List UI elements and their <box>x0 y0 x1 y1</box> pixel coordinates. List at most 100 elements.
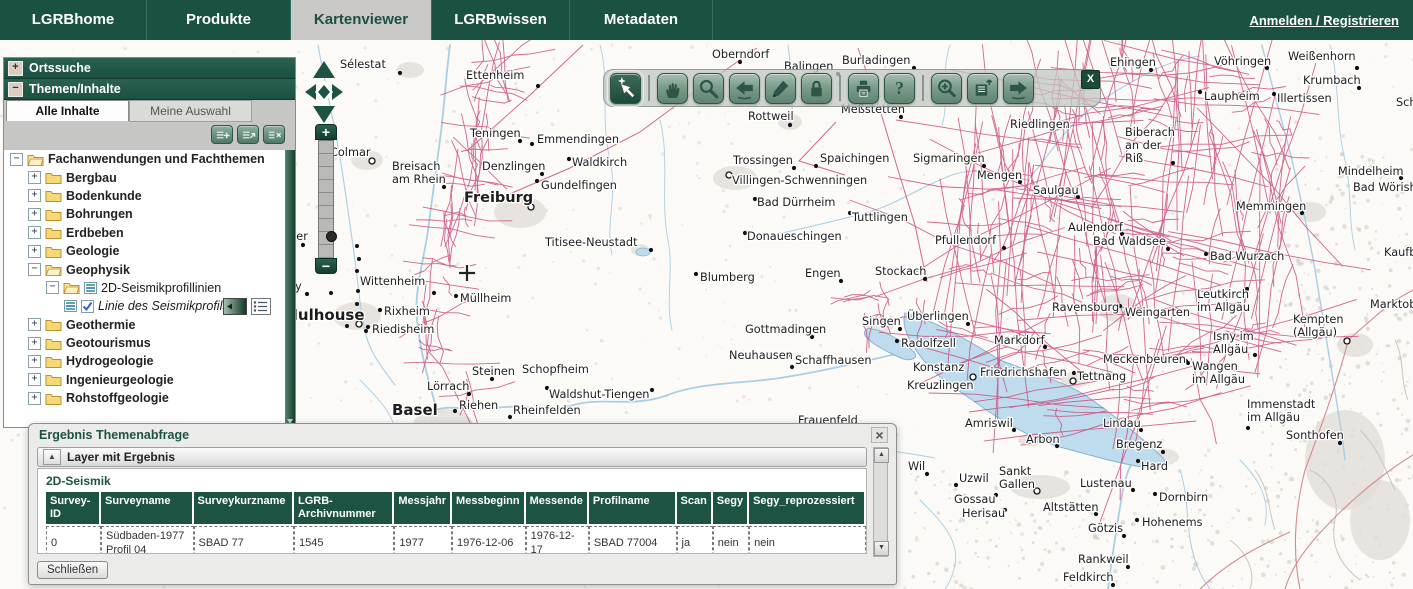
city-label: Memmingen <box>1236 200 1306 213</box>
zoom-track[interactable] <box>318 140 334 260</box>
tree-item-ingenieurgeologie[interactable]: +Ingenieurgeologie <box>4 371 285 389</box>
themen-title: Themen/Inhalte <box>29 82 121 96</box>
folder-icon <box>45 226 62 239</box>
draw-tool-button[interactable] <box>765 73 796 104</box>
nav-tab-produkte[interactable]: Produkte <box>147 0 291 40</box>
folder-icon <box>45 337 62 350</box>
column-header[interactable]: Messjahr <box>394 492 452 526</box>
city-label: Gottmadingen <box>745 323 826 336</box>
column-header[interactable]: LGRB- Archivnummer <box>294 492 394 526</box>
zoom-out-button[interactable]: − <box>315 258 337 274</box>
expand-node-icon[interactable]: + <box>28 189 41 202</box>
themen-panel-header[interactable]: − Themen/Inhalte <box>4 79 295 100</box>
results-close-icon[interactable]: × <box>871 427 888 443</box>
next-extent-button[interactable] <box>1003 73 1034 104</box>
city-label: Mengen <box>977 169 1022 182</box>
column-header[interactable]: Messende <box>526 492 589 526</box>
tree-tool-layers-arrow-icon[interactable] <box>237 125 259 144</box>
tree-item-bodenkunde[interactable]: +Bodenkunde <box>4 187 285 205</box>
column-header[interactable]: Segy_reprozessiert <box>749 492 866 526</box>
report-tool-button[interactable] <box>967 73 998 104</box>
tree-item-label: 2D-Seismikprofillinien <box>101 281 221 295</box>
lock-tool-button[interactable] <box>801 73 832 104</box>
tree-item-bohrungen[interactable]: +Bohrungen <box>4 205 285 223</box>
previous-extent-button[interactable] <box>729 73 760 104</box>
zoom-slider[interactable]: + − <box>315 124 337 140</box>
column-header[interactable]: Surveykurzname <box>194 492 294 526</box>
zoom-in-button[interactable]: + <box>315 124 337 140</box>
toolbar-close-button[interactable]: X <box>1081 70 1100 89</box>
city-label: Sigmaringen <box>913 152 985 165</box>
expand-node-icon[interactable]: + <box>28 318 41 331</box>
column-header[interactable]: Messbeginn <box>452 492 526 526</box>
results-scrollbar[interactable]: ▲ ▼ <box>873 447 888 557</box>
column-header[interactable]: Surveyname <box>101 492 193 526</box>
tree-item-geophysik[interactable]: −Geophysik <box>4 260 285 278</box>
layer-visibility-checkbox[interactable] <box>81 300 94 313</box>
tree-item-2d-seismikprofillinien[interactable]: − 2D-Seismikprofillinien <box>4 279 285 297</box>
expand-node-icon[interactable]: + <box>28 337 41 350</box>
expand-node-icon[interactable]: + <box>28 226 41 239</box>
expand-plus-icon[interactable]: + <box>8 61 23 76</box>
expand-node-icon[interactable]: + <box>28 355 41 368</box>
ortssuche-panel-header[interactable]: + Ortssuche <box>4 58 295 79</box>
city-label: Weingarten <box>1125 306 1190 319</box>
pan-tool-button[interactable] <box>657 73 688 104</box>
expand-node-icon[interactable]: + <box>28 245 41 258</box>
city-label: Breisacham Rhein <box>392 160 446 186</box>
folder-icon <box>45 245 62 258</box>
column-header[interactable]: Profilname <box>589 492 677 526</box>
zoom-handle[interactable] <box>326 231 337 242</box>
login-register-link[interactable]: Anmelden / Registrieren <box>1249 13 1413 28</box>
tree-item-geotourismus[interactable]: +Geotourismus <box>4 334 285 352</box>
collapse-node-icon[interactable]: − <box>28 263 41 276</box>
tree-item-hydrogeologie[interactable]: +Hydrogeologie <box>4 352 285 370</box>
help-tool-button[interactable]: ? <box>884 73 915 104</box>
print-tool-button[interactable] <box>848 73 879 104</box>
expand-node-icon[interactable]: + <box>28 392 41 405</box>
column-header[interactable]: Scan <box>677 492 713 526</box>
column-header[interactable]: Survey- ID <box>46 492 101 526</box>
tree-tool-layers-x-icon[interactable] <box>263 125 285 144</box>
city-label: Leutkirchim Allgäu <box>1197 288 1250 314</box>
nav-tab-lgrbhome[interactable]: LGRBhome <box>0 0 147 40</box>
result-layer-name: 2D-Seismik <box>46 474 866 488</box>
tree-item-geologie[interactable]: +Geologie <box>4 242 285 260</box>
city-label: Saulgau <box>1033 184 1079 197</box>
sidebar-tabs: Alle InhalteMeine Auswahl <box>4 100 295 121</box>
nav-tab-lgrbwissen[interactable]: LGRBwissen <box>432 0 570 40</box>
expand-node-icon[interactable]: + <box>28 171 41 184</box>
tree-item-bergbau[interactable]: +Bergbau <box>4 168 285 186</box>
nav-tab-metadaten[interactable]: Metadaten <box>570 0 713 40</box>
table-row[interactable]: 0Südbaden-1977 Profil 04SBAD 77154519771… <box>46 526 866 554</box>
identify-tool-button[interactable] <box>610 73 641 104</box>
collapse-section-button[interactable]: ▲ <box>43 449 61 465</box>
collapse-node-icon[interactable]: − <box>10 153 23 166</box>
city-dot <box>536 84 540 88</box>
zoom-full-extent-button[interactable] <box>931 73 962 104</box>
tree-item-erdbeben[interactable]: +Erdbeben <box>4 224 285 242</box>
tree-item-rohstoffgeologie[interactable]: +Rohstoffgeologie <box>4 389 285 407</box>
expand-node-icon[interactable]: + <box>28 373 41 386</box>
layer-result-section-bar[interactable]: ▲ Layer mit Ergebnis <box>37 447 867 467</box>
tree-item-linie-des-seismikprofils[interactable]: Linie des Seismikprofils <box>4 297 285 315</box>
sidebar-tab-alle-inhalte[interactable]: Alle Inhalte <box>6 100 129 121</box>
scroll-up-button[interactable]: ▲ <box>874 448 889 463</box>
nav-tab-kartenviewer[interactable]: Kartenviewer <box>291 0 432 40</box>
schliessen-button[interactable]: Schließen <box>37 561 108 579</box>
tree-item-fachanwendungen-und-fachthemen[interactable]: −Fachanwendungen und Fachthemen <box>4 150 285 168</box>
tree-item-geothermie[interactable]: +Geothermie <box>4 316 285 334</box>
sidebar-scrollbar[interactable] <box>285 150 295 427</box>
expand-node-icon[interactable]: + <box>28 208 41 221</box>
scroll-down-button[interactable]: ▼ <box>874 541 889 556</box>
city-dot <box>508 415 512 419</box>
collapse-node-icon[interactable]: − <box>46 281 59 294</box>
city-label: Oberndorf <box>712 48 770 61</box>
sidebar-tab-meine-auswahl[interactable]: Meine Auswahl <box>129 100 252 122</box>
map-pan-compass[interactable] <box>302 60 348 124</box>
zoom-box-tool-button[interactable] <box>693 73 724 104</box>
toolbar-separator <box>648 75 650 101</box>
column-header[interactable]: Segy <box>713 492 749 526</box>
collapse-minus-icon[interactable]: − <box>8 82 23 97</box>
tree-tool-layers-plus-icon[interactable] <box>211 125 233 144</box>
